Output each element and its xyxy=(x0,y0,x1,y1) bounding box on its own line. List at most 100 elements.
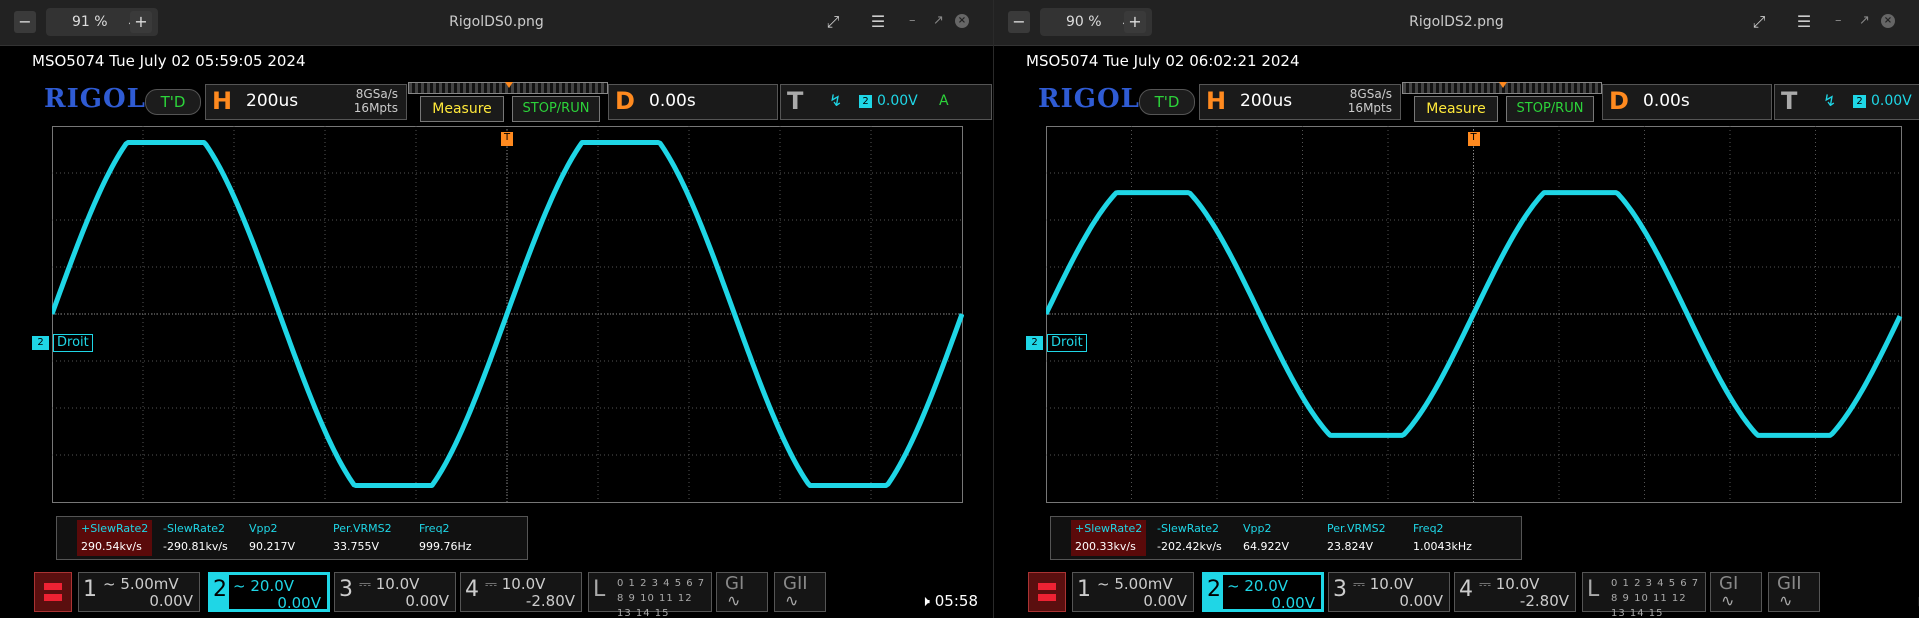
rising-edge-icon: ↯ xyxy=(1823,91,1837,110)
restore-icon[interactable]: ↗ xyxy=(1859,13,1870,28)
grid-menu-icon xyxy=(1038,583,1056,601)
channel-active-inner: ~ 20.0V 0.00V xyxy=(229,575,327,612)
t-label: T xyxy=(787,87,804,115)
channel-number: 3 xyxy=(1333,577,1347,602)
measurement-item: Vpp2 90.217V xyxy=(249,520,295,556)
zoom-out-button[interactable]: − xyxy=(1008,11,1030,33)
fullscreen-icon[interactable]: ⤢ xyxy=(823,12,843,32)
acq-info: 8GSa/s 16Mpts xyxy=(1347,87,1392,115)
grid-menu-icon xyxy=(44,583,62,601)
channel-scale: ⎓ 10.0V xyxy=(1479,575,1540,593)
measurement-value: 64.922V xyxy=(1243,540,1290,553)
measure-button: Measure xyxy=(1414,96,1498,122)
channel-number: 3 xyxy=(339,577,353,602)
channel-offset: -2.80V xyxy=(1519,592,1569,610)
ruler-marker xyxy=(505,82,513,88)
trigger-level: 0.00V xyxy=(877,93,918,109)
trigger-position-marker: T xyxy=(501,132,513,146)
minimize-icon[interactable]: – xyxy=(909,13,916,28)
horizontal-box: H 200us 8GSa/s 16Mpts xyxy=(1199,84,1401,120)
stoprun-button: STOP/RUN xyxy=(1506,96,1594,122)
measurement-value: 90.217V xyxy=(249,540,296,553)
channel-scale: ~ 5.00mV xyxy=(1097,575,1173,593)
channel-number: 4 xyxy=(1459,577,1473,602)
trigger-status-badge: T'D xyxy=(145,89,201,115)
bus-wave-icon: ∿ xyxy=(727,591,741,610)
bus-g2-box: GII ∿ xyxy=(1768,572,1820,612)
channel-scale: ~ 20.0V xyxy=(233,577,294,595)
logic-digits: 0 1 2 3 4 5 6 78 9 10 11 12 13 14 15 xyxy=(617,578,706,618)
trigger-status-badge: T'D xyxy=(1139,89,1195,115)
channel-4-box: 4 ⎓ 10.0V -2.80V xyxy=(460,572,582,612)
minus-icon: − xyxy=(1012,12,1026,31)
scope-screenshot: MSO5074 Tue July 02 06:02:21 2024 RIGOL … xyxy=(994,46,1919,618)
ruler-marker xyxy=(1499,82,1507,88)
close-icon[interactable]: × xyxy=(1881,14,1895,28)
zoom-value: 91 % xyxy=(72,14,108,30)
channel-1-box: 1 ~ 5.00mV 0.00V xyxy=(78,572,200,612)
trigger-sweep: A xyxy=(939,93,949,109)
channel-offset: 0.00V xyxy=(1143,592,1187,610)
measurement-value: 1.0043kHz xyxy=(1413,540,1472,553)
waveform-grid xyxy=(52,126,964,503)
measurement-name: Per.VRMS2 xyxy=(333,522,392,535)
channel-2-box: 2 ~ 20.0V 0.00V xyxy=(208,572,330,612)
viewer-window-left: − 91 % ⌄ + RigolDS0.png ⤢ ☰ – ↗ × MSO507… xyxy=(0,0,993,618)
channel-scale: ⎓ 10.0V xyxy=(1353,575,1414,593)
timebase-value: 200us xyxy=(246,91,299,111)
hamburger-icon[interactable]: ☰ xyxy=(1794,12,1814,32)
logic-box: L 0 1 2 3 4 5 6 78 9 10 11 12 13 14 15 xyxy=(1582,572,1706,618)
channel-3-box: 3 ⎓ 10.0V 0.00V xyxy=(1328,572,1450,612)
memory-ruler xyxy=(408,82,608,94)
channel-2-marker: 2 xyxy=(32,336,49,350)
measurement-name: Vpp2 xyxy=(249,522,278,535)
channel-scale: ~ 5.00mV xyxy=(103,575,179,593)
d-label: D xyxy=(1609,87,1629,115)
logic-label: L xyxy=(1587,577,1600,602)
file-title: RigolDS0.png xyxy=(449,14,544,30)
measurement-value: 200.33kv/s xyxy=(1075,540,1136,553)
timebase-value: 200us xyxy=(1240,91,1293,111)
file-title: RigolDS2.png xyxy=(1409,14,1504,30)
fullscreen-icon[interactable]: ⤢ xyxy=(1749,12,1769,32)
scope-clock: 🕨 06:02 xyxy=(1915,592,1919,610)
delay-box: D 0.00s xyxy=(1602,84,1772,120)
logic-digits: 0 1 2 3 4 5 6 78 9 10 11 12 13 14 15 xyxy=(1611,578,1700,618)
restore-icon[interactable]: ↗ xyxy=(933,13,944,28)
hamburger-icon[interactable]: ☰ xyxy=(868,12,888,32)
trigger-box: T ↯ 2 0.00V A xyxy=(780,84,992,120)
measurement-item: Per.VRMS2 33.755V xyxy=(333,520,392,556)
measurement-value: 23.824V xyxy=(1327,540,1374,553)
stoprun-button: STOP/RUN xyxy=(512,96,600,122)
zoom-out-button[interactable]: − xyxy=(14,11,36,33)
measurement-item: Freq2 1.0043kHz xyxy=(1413,520,1472,556)
measurement-value: 999.76Hz xyxy=(419,540,472,553)
scope-info: MSO5074 Tue July 02 05:59:05 2024 xyxy=(32,52,306,70)
title-bar: − 90 % ⌄ + RigolDS2.png ⤢ ☰ – ↗ × xyxy=(994,0,1919,46)
trigger-position-marker: T xyxy=(1467,132,1480,146)
measurement-item: Vpp2 64.922V xyxy=(1243,520,1289,556)
zoom-value: 90 % xyxy=(1066,14,1102,30)
zoom-in-button[interactable]: + xyxy=(130,11,152,33)
h-label: H xyxy=(212,87,233,115)
measurement-item: +SlewRate2 200.33kv/s xyxy=(1071,520,1147,556)
channel-offset: 0.00V xyxy=(405,592,449,610)
measurement-item: Freq2 999.76Hz xyxy=(419,520,472,556)
channel-offset: 0.00V xyxy=(1399,592,1443,610)
plus-icon: + xyxy=(1128,12,1142,31)
minimize-icon[interactable]: – xyxy=(1835,13,1842,28)
channel-1-box: 1 ~ 5.00mV 0.00V xyxy=(1072,572,1194,612)
channel-bar: 1 ~ 5.00mV 0.00V 2 ~ 20.0V 0.00V 3 ⎓ 10.0V 0.00V… xyxy=(0,566,990,618)
bus-g1-box: GI ∿ xyxy=(716,572,768,612)
logic-box: L 0 1 2 3 4 5 6 78 9 10 11 12 13 14 15 xyxy=(588,572,712,618)
minus-icon: − xyxy=(18,12,32,31)
close-icon[interactable]: × xyxy=(955,14,969,28)
scope-clock: 🕨 05:58 xyxy=(920,592,978,610)
acq-info: 8GSa/s 16Mpts xyxy=(353,87,398,115)
measurement-name: +SlewRate2 xyxy=(1075,522,1143,535)
channel-offset: -2.80V xyxy=(525,592,575,610)
measurement-value: 33.755V xyxy=(333,540,380,553)
channel-2-box: 2 ~ 20.0V 0.00V xyxy=(1202,572,1324,612)
measurement-name: Freq2 xyxy=(419,522,450,535)
zoom-in-button[interactable]: + xyxy=(1124,11,1146,33)
